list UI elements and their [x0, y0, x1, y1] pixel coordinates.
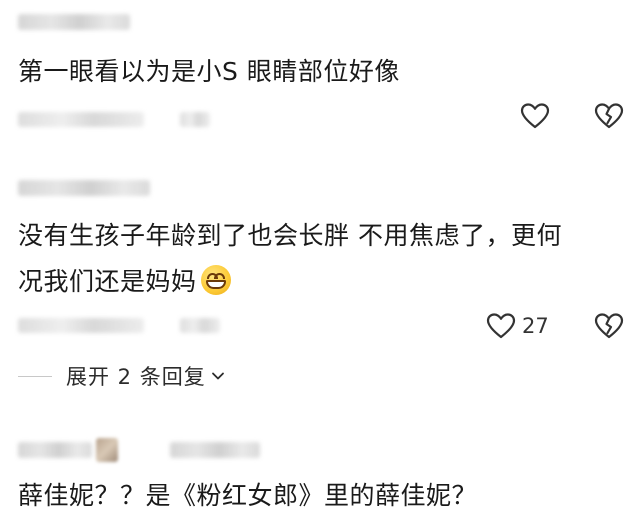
comment-item-1: 第一眼看以为是小S 眼睛部位好像 [0, 0, 640, 150]
comment-3-text: 薛佳妮？？是《粉红女郎》里的薛佳妮？ [18, 481, 478, 510]
broken-heart-icon [594, 103, 624, 129]
comment-1-text: 第一眼看以为是小S 眼睛部位好像 [18, 57, 400, 86]
comment-2-username-blurred [18, 180, 150, 196]
comment-2-text-line-1: 没有生孩子年龄到了也会长胖 不用焦虑了，更何 [18, 221, 562, 250]
expand-replies-button[interactable]: 展开 2 条回复 [18, 362, 226, 390]
comment-1-reply-blurred [180, 112, 210, 127]
comment-2-like-button[interactable]: 27 [486, 312, 549, 340]
heart-outline-icon [520, 103, 550, 129]
comment-3-suffix-blurred [170, 442, 260, 458]
comment-1-meta-blurred [18, 112, 144, 127]
chevron-down-icon [211, 372, 224, 380]
comment-2-reply-blurred [180, 318, 220, 333]
expand-replies-divider [18, 375, 52, 377]
grinning-face-emoji [200, 265, 231, 295]
comment-3-username-blurred [18, 442, 92, 458]
comment-2-dislike-button[interactable] [594, 312, 624, 340]
comment-1-username-blurred [18, 14, 130, 30]
comment-1-like-button[interactable] [520, 102, 550, 130]
comment-3-badge-blurred [96, 438, 118, 462]
heart-outline-icon [486, 313, 516, 339]
broken-heart-icon [594, 313, 624, 339]
comment-2-text-line-2-label: 况我们还是妈妈 [18, 267, 197, 296]
comment-2-meta-blurred [18, 318, 144, 333]
expand-replies-label: 展开 2 条回复 [66, 365, 206, 389]
comment-2-text-line-2: 况我们还是妈妈 [18, 262, 628, 302]
comment-1-dislike-button[interactable] [594, 102, 624, 130]
comment-item-3: 薛佳妮？？是《粉红女郎》里的薛佳妮？ [0, 410, 640, 529]
comment-2-like-count: 27 [522, 314, 549, 338]
